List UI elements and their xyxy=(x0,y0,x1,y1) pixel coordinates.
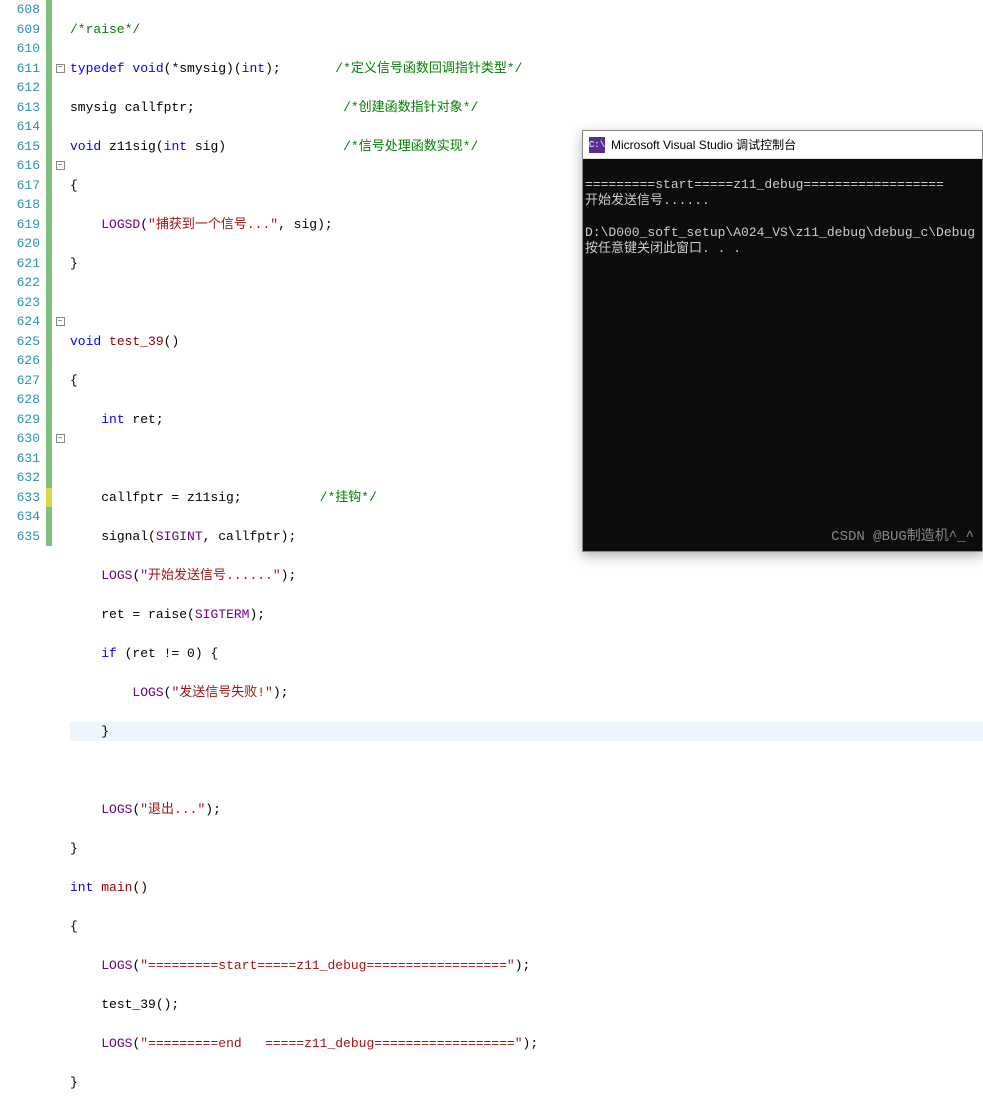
line-number: 633 xyxy=(2,488,40,508)
line-number: 624 xyxy=(2,312,40,332)
line-number: 627 xyxy=(2,371,40,391)
code-line[interactable]: LOGS("=========end =====z11_debug=======… xyxy=(70,1034,983,1054)
line-number: 631 xyxy=(2,449,40,469)
line-number: 613 xyxy=(2,98,40,118)
line-number: 610 xyxy=(2,39,40,59)
console-titlebar[interactable]: C:\ Microsoft Visual Studio 调试控制台 xyxy=(583,131,982,159)
fold-minus-icon[interactable]: − xyxy=(56,317,65,326)
code-line[interactable]: } xyxy=(70,1073,983,1093)
line-number: 629 xyxy=(2,410,40,430)
line-number: 608 xyxy=(2,0,40,20)
code-line[interactable]: LOGS("发送信号失败!"); xyxy=(70,683,983,703)
line-number: 630 xyxy=(2,429,40,449)
code-line[interactable]: typedef void(*smysig)(int); /*定义信号函数回调指针… xyxy=(70,59,983,79)
code-line-current[interactable]: } xyxy=(70,722,983,742)
line-number: 635 xyxy=(2,527,40,547)
code-line[interactable]: if (ret != 0) { xyxy=(70,644,983,664)
console-title-text: Microsoft Visual Studio 调试控制台 xyxy=(611,136,796,153)
line-number: 617 xyxy=(2,176,40,196)
line-number: 628 xyxy=(2,390,40,410)
console-line: D:\D000_soft_setup\A024_VS\z11_debug\deb… xyxy=(585,225,975,240)
code-line[interactable]: smysig callfptr; /*创建函数指针对象*/ xyxy=(70,98,983,118)
line-number: 612 xyxy=(2,78,40,98)
line-number: 622 xyxy=(2,273,40,293)
console-body[interactable]: =========start=====z11_debug============… xyxy=(583,159,982,551)
fold-column[interactable]: − − − − xyxy=(52,0,68,552)
debug-console-window[interactable]: C:\ Microsoft Visual Studio 调试控制台 ======… xyxy=(582,130,983,552)
console-line: 按任意键关闭此窗口. . . xyxy=(585,241,741,256)
console-line: =========start=====z11_debug============… xyxy=(585,177,944,192)
code-line[interactable]: int main() xyxy=(70,878,983,898)
line-number: 616 xyxy=(2,156,40,176)
code-line[interactable]: LOGS("=========start=====z11_debug======… xyxy=(70,956,983,976)
line-number: 614 xyxy=(2,117,40,137)
line-number: 623 xyxy=(2,293,40,313)
code-line[interactable]: LOGS("退出..."); xyxy=(70,800,983,820)
console-line: 开始发送信号...... xyxy=(585,193,710,208)
line-number: 619 xyxy=(2,215,40,235)
line-number: 632 xyxy=(2,468,40,488)
line-number: 625 xyxy=(2,332,40,352)
line-number: 615 xyxy=(2,137,40,157)
code-line[interactable]: ret = raise(SIGTERM); xyxy=(70,605,983,625)
vs-console-icon: C:\ xyxy=(589,137,605,153)
line-number: 611 xyxy=(2,59,40,79)
csdn-watermark: CSDN @BUG制造机^_^ xyxy=(831,529,974,545)
fold-minus-icon[interactable]: − xyxy=(56,64,65,73)
fold-minus-icon[interactable]: − xyxy=(56,434,65,443)
fold-minus-icon[interactable]: − xyxy=(56,161,65,170)
line-number: 626 xyxy=(2,351,40,371)
code-line[interactable]: test_39(); xyxy=(70,995,983,1015)
line-number: 634 xyxy=(2,507,40,527)
line-number-gutter: 608 609 610 611 612 613 614 615 616 617 … xyxy=(0,0,46,552)
line-number: 618 xyxy=(2,195,40,215)
code-line[interactable]: /*raise*/ xyxy=(70,20,983,40)
code-line[interactable] xyxy=(70,761,983,781)
code-line[interactable]: } xyxy=(70,839,983,859)
code-line[interactable]: LOGS("开始发送信号......"); xyxy=(70,566,983,586)
line-number: 620 xyxy=(2,234,40,254)
line-number: 609 xyxy=(2,20,40,40)
line-number: 621 xyxy=(2,254,40,274)
code-line[interactable]: { xyxy=(70,917,983,937)
